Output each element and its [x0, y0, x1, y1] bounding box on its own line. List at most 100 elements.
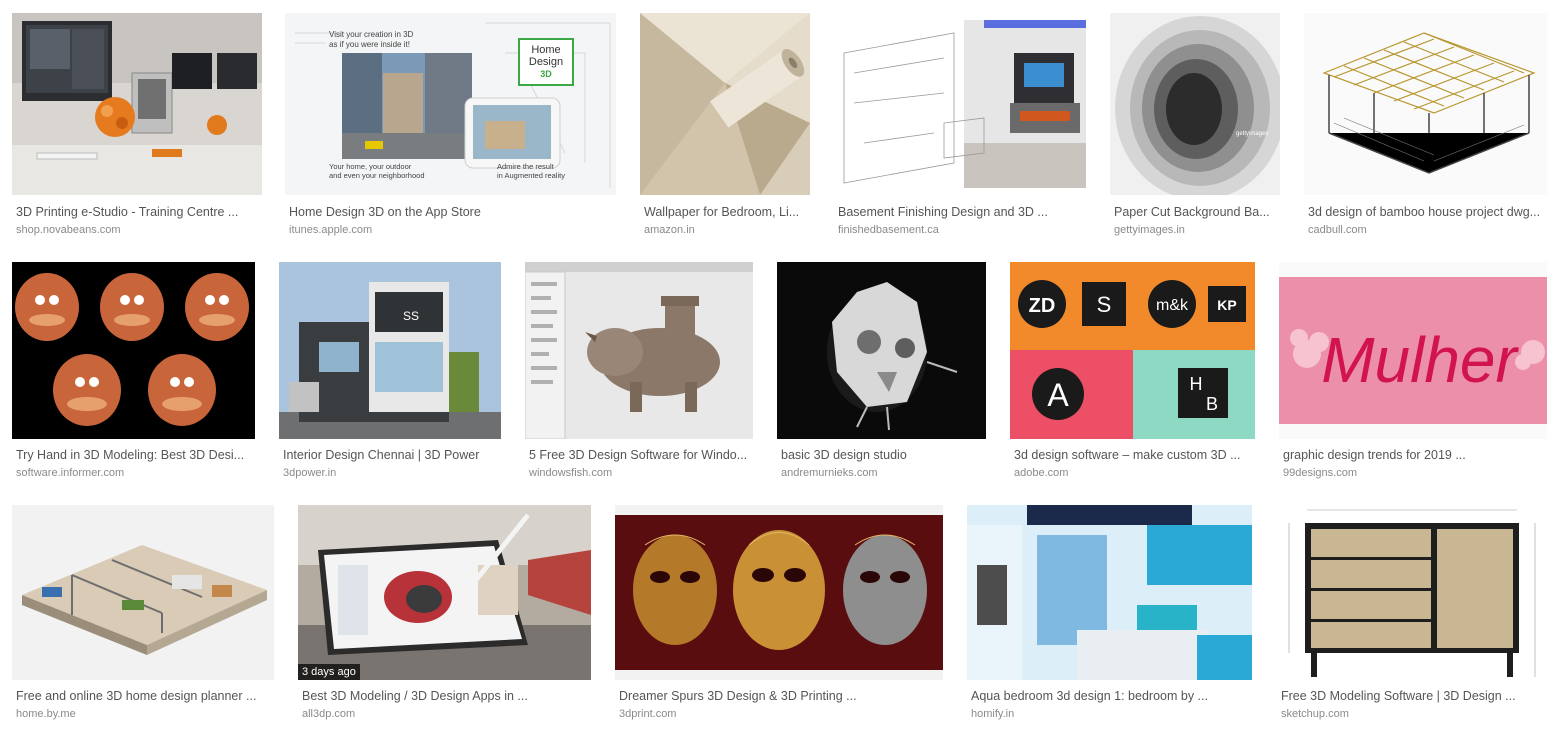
- result-card[interactable]: Free 3D Modeling Software | 3D Design ..…: [1277, 505, 1547, 729]
- monogram-4: KP: [1217, 297, 1236, 313]
- result-thumbnail[interactable]: [1277, 505, 1547, 680]
- result-source: amazon.in: [644, 224, 695, 236]
- logo-text-1: Home: [531, 44, 560, 56]
- result-card[interactable]: 3 days ago Best 3D Modeling / 3D Design …: [298, 505, 591, 729]
- result-title[interactable]: graphic design trends for 2019 ...: [1283, 447, 1543, 463]
- result-thumbnail[interactable]: Mulher: [1279, 262, 1547, 439]
- result-card[interactable]: 3D Printing e-Studio - Training Centre .…: [12, 13, 262, 243]
- result-thumbnail[interactable]: [12, 13, 262, 195]
- result-source: 99designs.com: [1283, 467, 1357, 479]
- result-thumbnail[interactable]: SS: [279, 262, 501, 439]
- image-text-top2: as if you were inside it!: [329, 40, 410, 49]
- image-text-right2: in Augmented reality: [497, 171, 565, 180]
- result-source: finishedbasement.ca: [838, 224, 939, 236]
- result-thumbnail[interactable]: [12, 262, 255, 439]
- result-title[interactable]: 5 Free 3D Design Software for Windo...: [529, 447, 749, 463]
- sign-text: SS: [403, 309, 419, 323]
- monogram-2: S: [1097, 292, 1112, 317]
- result-card[interactable]: basic 3D design studio andremurnieks.com: [777, 262, 986, 487]
- tablet-stylus-icon: [298, 505, 591, 680]
- result-thumbnail[interactable]: 3 days ago: [298, 505, 591, 680]
- result-source: software.informer.com: [16, 467, 125, 479]
- result-thumbnail[interactable]: [525, 262, 753, 439]
- result-thumbnail[interactable]: [777, 262, 986, 439]
- basement-render-icon: [834, 20, 1086, 188]
- result-thumbnail[interactable]: [615, 505, 943, 680]
- result-title[interactable]: Free 3D Modeling Software | 3D Design ..…: [1281, 688, 1543, 704]
- result-thumbnail[interactable]: [834, 13, 1086, 195]
- result-thumbnail[interactable]: Visit your creation in 3D as if you were…: [285, 13, 616, 195]
- result-source: shop.novabeans.com: [16, 224, 121, 236]
- result-card[interactable]: Wallpaper for Bedroom, Li... amazon.in: [640, 13, 810, 243]
- result-card[interactable]: 3d design of bamboo house project dwg...…: [1304, 13, 1547, 243]
- building-render-icon: SS: [279, 262, 501, 439]
- aqua-bedroom-icon: [967, 505, 1252, 680]
- result-source: itunes.apple.com: [289, 224, 373, 236]
- lettering-text: Mulher: [1321, 324, 1519, 396]
- result-source: all3dp.com: [302, 708, 356, 720]
- result-card[interactable]: Basement Finishing Design and 3D ... fin…: [834, 13, 1086, 243]
- result-source: adobe.com: [1014, 467, 1069, 479]
- result-title[interactable]: Try Hand in 3D Modeling: Best 3D Desi...: [16, 447, 251, 463]
- logo-monograms-icon: ZD S m&k KP A H B: [1010, 262, 1255, 439]
- result-card[interactable]: Mulher graphic design trends for 2019 ..…: [1279, 262, 1547, 487]
- result-card[interactable]: ZD S m&k KP A H B 3d design software – m…: [1010, 262, 1255, 487]
- result-source: gettyimages.in: [1114, 224, 1185, 236]
- result-title[interactable]: 3d design of bamboo house project dwg...: [1308, 204, 1543, 220]
- result-thumbnail[interactable]: [1304, 13, 1547, 195]
- home-design-3d-app-icon: Visit your creation in 3D as if you were…: [285, 13, 616, 195]
- wallpaper-roll-icon: [640, 13, 810, 195]
- image-text-left1: Your home, your outdoor: [329, 162, 412, 171]
- monogram-3: m&k: [1156, 297, 1189, 314]
- triceratops-model-icon: [525, 262, 753, 439]
- result-card[interactable]: Free and online 3D home design planner .…: [12, 505, 274, 729]
- image-text-top: Visit your creation in 3D: [329, 30, 414, 39]
- result-title[interactable]: Dreamer Spurs 3D Design & 3D Printing ..…: [619, 688, 939, 704]
- result-thumbnail[interactable]: gettyimages: [1110, 13, 1280, 195]
- result-source: home.by.me: [16, 708, 76, 720]
- result-title[interactable]: Aqua bedroom 3d design 1: bedroom by ...: [971, 688, 1248, 704]
- cartoon-heads-icon: [12, 262, 255, 439]
- result-thumbnail[interactable]: [12, 505, 274, 680]
- result-card[interactable]: Aqua bedroom 3d design 1: bedroom by ...…: [967, 505, 1252, 729]
- result-card[interactable]: 5 Free 3D Design Software for Windo... w…: [525, 262, 753, 487]
- monogram-6a: H: [1190, 374, 1203, 394]
- 3d-printer-studio-icon: [12, 13, 262, 195]
- result-card[interactable]: Dreamer Spurs 3D Design & 3D Printing ..…: [615, 505, 943, 729]
- watermark-text: gettyimages: [1236, 131, 1268, 137]
- logo-text-3: 3D: [540, 69, 552, 79]
- result-title[interactable]: 3D Printing e-Studio - Training Centre .…: [16, 204, 258, 220]
- floor-plan-3d-icon: [12, 505, 274, 680]
- result-card[interactable]: gettyimages Paper Cut Background Ba... g…: [1110, 13, 1280, 243]
- result-source: cadbull.com: [1308, 224, 1367, 236]
- result-source: windowsfish.com: [529, 467, 613, 479]
- result-title[interactable]: Paper Cut Background Ba...: [1114, 204, 1276, 220]
- result-source: 3dpower.in: [283, 467, 337, 479]
- result-title[interactable]: Free and online 3D home design planner .…: [16, 688, 270, 704]
- age-badge: 3 days ago: [298, 664, 360, 680]
- ornate-masks-icon: [615, 505, 943, 680]
- result-thumbnail[interactable]: ZD S m&k KP A H B: [1010, 262, 1255, 439]
- result-card[interactable]: SS Interior Design Chennai | 3D Power 3d…: [279, 262, 501, 487]
- logo-text-2: Design: [529, 56, 563, 68]
- result-title[interactable]: Best 3D Modeling / 3D Design Apps in ...: [302, 688, 587, 704]
- result-title[interactable]: Wallpaper for Bedroom, Li...: [644, 204, 806, 220]
- monogram-6b: B: [1206, 394, 1218, 414]
- result-title[interactable]: Interior Design Chennai | 3D Power: [283, 447, 497, 463]
- result-thumbnail[interactable]: [640, 13, 810, 195]
- result-thumbnail[interactable]: [967, 505, 1252, 680]
- result-title[interactable]: Home Design 3D on the App Store: [289, 204, 612, 220]
- monogram-1: ZD: [1029, 295, 1056, 317]
- result-source: andremurnieks.com: [781, 467, 878, 479]
- result-source: 3dprint.com: [619, 708, 677, 720]
- result-card[interactable]: Visit your creation in 3D as if you were…: [285, 13, 616, 243]
- result-card[interactable]: Try Hand in 3D Modeling: Best 3D Desi...…: [12, 262, 255, 487]
- mulher-lettering-icon: Mulher: [1279, 262, 1547, 439]
- image-text-right1: Admire the result: [497, 162, 555, 171]
- result-title[interactable]: basic 3D design studio: [781, 447, 982, 463]
- bamboo-house-frame-icon: [1304, 13, 1547, 195]
- result-title[interactable]: Basement Finishing Design and 3D ...: [838, 204, 1082, 220]
- result-source: sketchup.com: [1281, 708, 1349, 720]
- result-source: homify.in: [971, 708, 1015, 720]
- result-title[interactable]: 3d design software – make custom 3D ...: [1014, 447, 1251, 463]
